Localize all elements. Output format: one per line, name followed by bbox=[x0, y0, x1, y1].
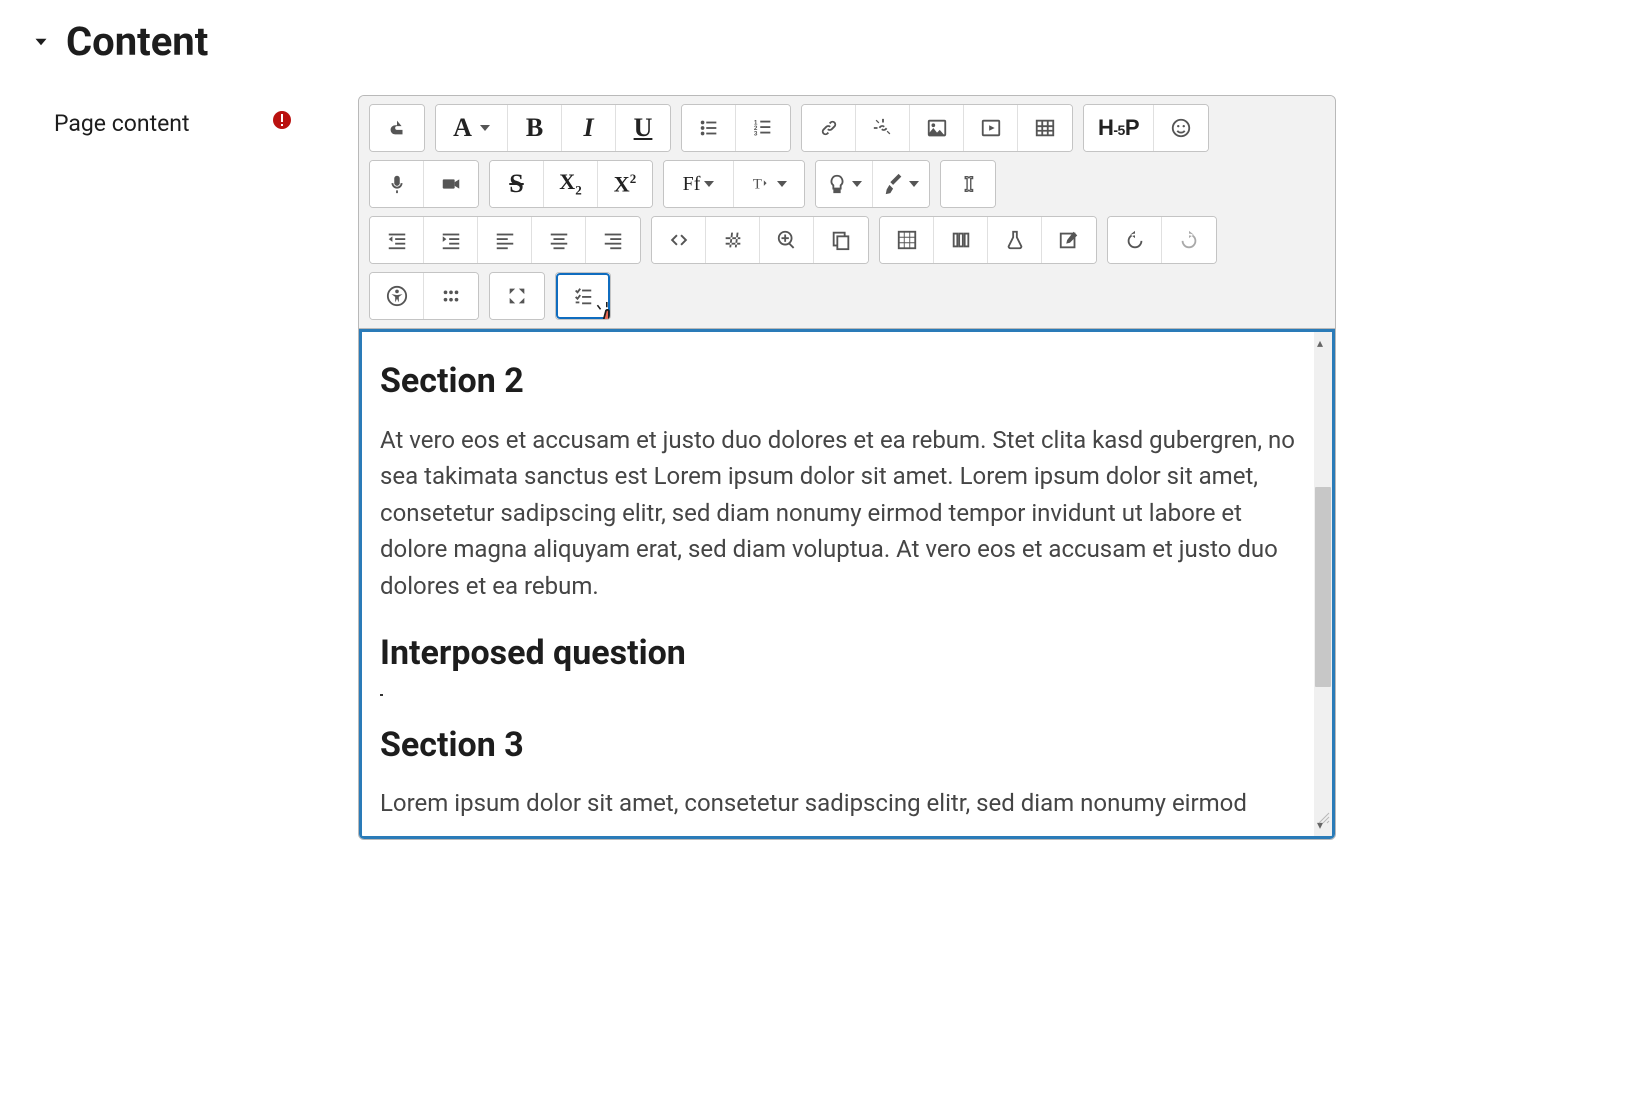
table-button[interactable] bbox=[1018, 105, 1072, 151]
section-title: Content bbox=[66, 18, 208, 65]
idea-button[interactable] bbox=[816, 161, 873, 207]
unordered-list-button[interactable] bbox=[682, 105, 736, 151]
required-icon bbox=[272, 95, 292, 136]
toolbar-row-3 bbox=[369, 216, 1325, 264]
toolbar-row-4 bbox=[369, 272, 1325, 320]
align-center-button[interactable] bbox=[532, 217, 586, 263]
emoji-button[interactable] bbox=[1154, 105, 1208, 151]
rich-text-editor: A B I U 123 H-5P bbox=[358, 95, 1336, 840]
caret-down-icon bbox=[909, 181, 919, 187]
undo-button[interactable] bbox=[1108, 217, 1162, 263]
caret-down-icon bbox=[777, 181, 787, 187]
resize-handle-icon[interactable] bbox=[1316, 798, 1330, 834]
microphone-button[interactable] bbox=[370, 161, 424, 207]
scrollbar[interactable]: ▴ ▾ bbox=[1314, 332, 1332, 836]
caret-down-icon bbox=[852, 181, 862, 187]
caret-down-icon bbox=[704, 181, 714, 187]
align-left-button[interactable] bbox=[478, 217, 532, 263]
field-row: Page content A B I U bbox=[0, 65, 1649, 840]
toolbar-row-1: A B I U 123 H-5P bbox=[369, 104, 1325, 152]
video-button[interactable] bbox=[964, 105, 1018, 151]
indent-button[interactable] bbox=[424, 217, 478, 263]
text-caret bbox=[380, 694, 383, 696]
redo-button[interactable] bbox=[1162, 217, 1216, 263]
content-heading[interactable]: Interposed question bbox=[380, 628, 1307, 680]
hash-button[interactable] bbox=[706, 217, 760, 263]
underline-button[interactable]: U bbox=[616, 105, 670, 151]
image-button[interactable] bbox=[910, 105, 964, 151]
subscript-button[interactable]: X2 bbox=[544, 161, 598, 207]
text-direction-button[interactable]: T bbox=[734, 161, 804, 207]
h5p-button[interactable]: H-5P bbox=[1084, 105, 1154, 151]
zoom-in-button[interactable] bbox=[760, 217, 814, 263]
checklist-button[interactable] bbox=[556, 273, 610, 319]
scrollbar-thumb[interactable] bbox=[1315, 487, 1331, 687]
chevron-down-icon[interactable] bbox=[30, 31, 52, 53]
unlink-button[interactable] bbox=[856, 105, 910, 151]
scroll-up-icon[interactable]: ▴ bbox=[1317, 334, 1323, 352]
editor-toolbar: A B I U 123 H-5P bbox=[359, 96, 1335, 329]
math-grid-button[interactable] bbox=[880, 217, 934, 263]
content-paragraph[interactable]: Lorem ipsum dolor sit amet, consetetur s… bbox=[380, 785, 1307, 821]
italic-button[interactable]: I bbox=[562, 105, 616, 151]
content-paragraph[interactable]: At vero eos et accusam et justo duo dolo… bbox=[380, 422, 1307, 604]
caret-down-icon bbox=[480, 125, 490, 131]
svg-text:3: 3 bbox=[754, 130, 758, 137]
compose-button[interactable] bbox=[1042, 217, 1096, 263]
editor-content-area[interactable]: Section 2 At vero eos et accusam et justo… bbox=[359, 329, 1335, 839]
copy-button[interactable] bbox=[814, 217, 868, 263]
svg-text:T: T bbox=[753, 177, 762, 193]
flask-button[interactable] bbox=[988, 217, 1042, 263]
html-code-button[interactable] bbox=[652, 217, 706, 263]
outdent-button[interactable] bbox=[370, 217, 424, 263]
braille-button[interactable] bbox=[424, 273, 478, 319]
fullscreen-button[interactable] bbox=[490, 273, 544, 319]
section-header: Content bbox=[0, 0, 1649, 65]
paragraph-style-button[interactable]: A bbox=[436, 105, 508, 151]
content-heading[interactable]: Section 2 bbox=[380, 356, 1307, 408]
align-right-button[interactable] bbox=[586, 217, 640, 263]
toolbar-toggle-button[interactable] bbox=[370, 105, 424, 151]
accessibility-button[interactable] bbox=[370, 273, 424, 319]
field-label: Page content bbox=[54, 95, 254, 137]
strikethrough-button[interactable]: S bbox=[490, 161, 544, 207]
superscript-button[interactable]: X2 bbox=[598, 161, 652, 207]
paint-brush-button[interactable] bbox=[873, 161, 929, 207]
ordered-list-button[interactable]: 123 bbox=[736, 105, 790, 151]
bold-button[interactable]: B bbox=[508, 105, 562, 151]
font-family-button[interactable]: Ff bbox=[664, 161, 734, 207]
content-heading[interactable]: Section 3 bbox=[380, 720, 1307, 772]
layout-button[interactable] bbox=[934, 217, 988, 263]
camera-button[interactable] bbox=[424, 161, 478, 207]
text-cursor-button[interactable] bbox=[941, 161, 995, 207]
toolbar-row-2: S X2 X2 Ff T bbox=[369, 160, 1325, 208]
link-button[interactable] bbox=[802, 105, 856, 151]
